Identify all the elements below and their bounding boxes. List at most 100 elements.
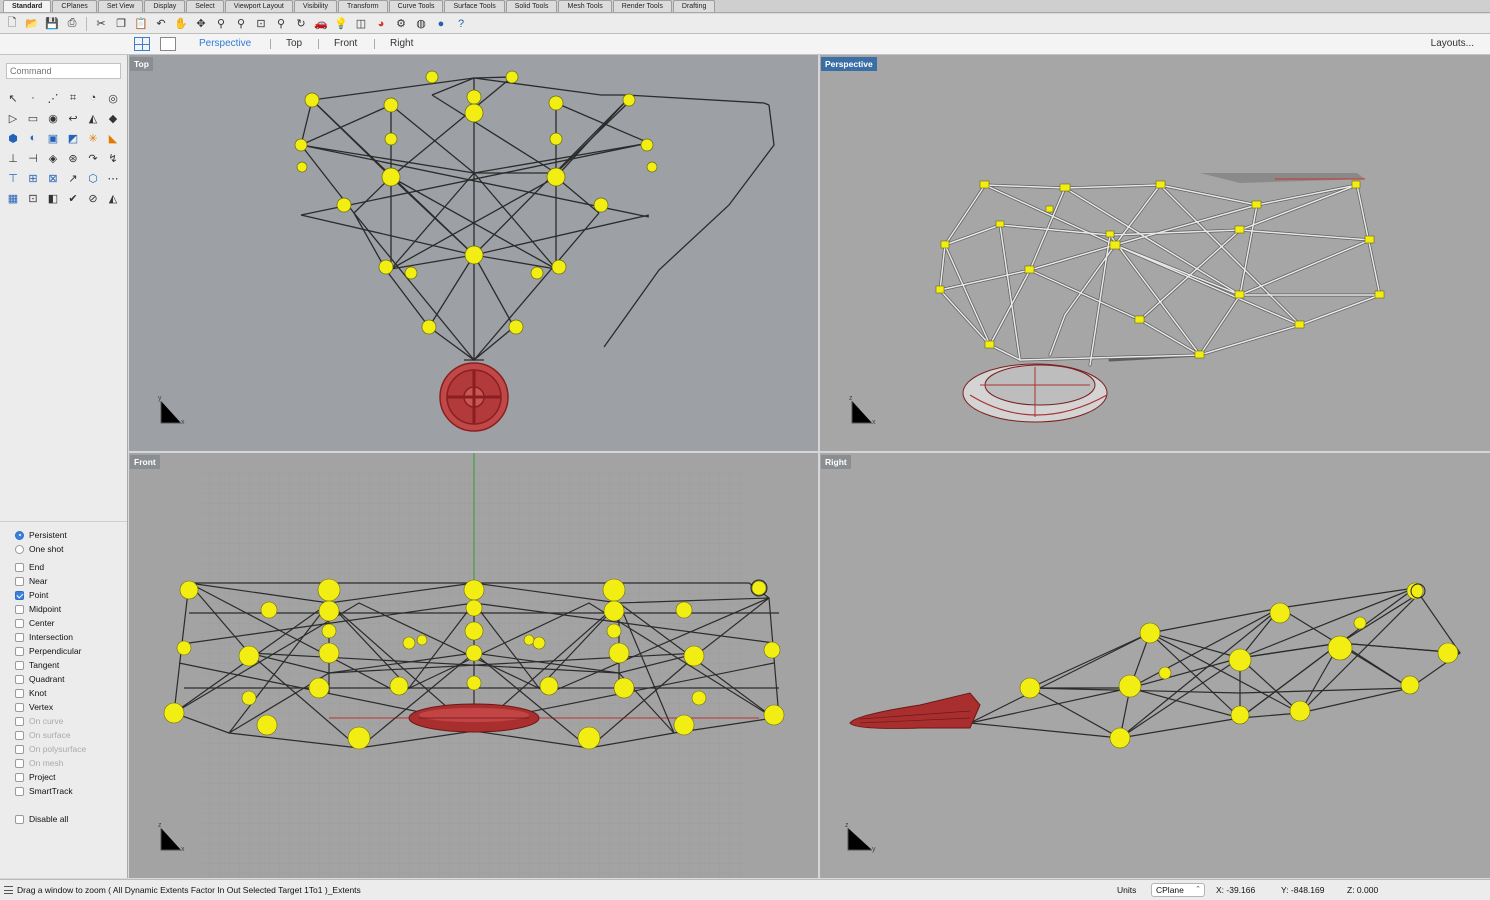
tab-transform[interactable]: Transform [337,0,388,12]
osnap-tangent[interactable]: Tangent [0,658,127,672]
tool-button-31[interactable]: ⊡ [23,188,43,208]
color-wheel-icon[interactable]: ◕ [373,16,389,32]
tab-viewport-layout[interactable]: Viewport Layout [224,0,293,12]
osnap-perpendicular[interactable]: Perpendicular [0,644,127,658]
tool-button-34[interactable]: ⊘ [83,188,103,208]
osnap-persistent[interactable]: Persistent [0,528,127,542]
pan-icon[interactable]: ✋ [173,16,189,32]
viewport-divider-horizontal[interactable] [129,451,1490,453]
tab-solid-tools[interactable]: Solid Tools [505,0,558,12]
tool-button-26[interactable]: ⊠ [43,168,63,188]
viewport-top[interactable]: Top y x [129,55,818,451]
sphere-icon[interactable]: ● [433,16,449,32]
tool-button-27[interactable]: ↗ [63,168,83,188]
cplane-select[interactable]: CPlane [1151,883,1205,897]
osnap-end[interactable]: End [0,560,127,574]
tool-button-19[interactable]: ⊣ [23,148,43,168]
tool-button-3[interactable]: ⌗ [63,88,83,108]
zoom-selected-icon[interactable]: ⚲ [273,16,289,32]
tool-button-12[interactable]: ⬢ [3,128,23,148]
tool-button-1[interactable]: · [23,88,43,108]
tool-button-8[interactable]: ◉ [43,108,63,128]
new-file-icon[interactable]: 🗋 [4,16,20,32]
tool-button-7[interactable]: ▭ [23,108,43,128]
tab-curve-tools[interactable]: Curve Tools [388,0,444,12]
tab-surface-tools[interactable]: Surface Tools [444,0,505,12]
tab-right[interactable]: Right [390,38,413,49]
tool-button-9[interactable]: ↩ [63,108,83,128]
car-icon[interactable]: 🚗 [313,16,329,32]
osnap-center[interactable]: Center [0,616,127,630]
tool-button-35[interactable]: ◭ [103,188,123,208]
tab-display[interactable]: Display [144,0,186,12]
tab-mesh-tools[interactable]: Mesh Tools [558,0,612,12]
viewport-title-perspective[interactable]: Perspective [821,57,877,71]
tool-button-22[interactable]: ↷ [83,148,103,168]
viewport-front[interactable]: Front z x [129,453,818,878]
osnap-one-shot[interactable]: One shot [0,542,127,556]
tab-front[interactable]: Front [334,38,357,49]
help-icon[interactable]: ? [453,16,469,32]
tab-visibility[interactable]: Visibility [293,0,337,12]
tool-button-14[interactable]: ▣ [43,128,63,148]
tool-button-30[interactable]: ▦ [3,188,23,208]
tab-render-tools[interactable]: Render Tools [612,0,672,12]
tool-button-6[interactable]: ▷ [3,108,23,128]
single-view-layout-icon[interactable] [160,37,176,51]
osnap-intersection[interactable]: Intersection [0,630,127,644]
properties-icon[interactable]: ⚙ [393,16,409,32]
tool-button-18[interactable]: ⊥ [3,148,23,168]
tab-top[interactable]: Top [286,38,302,49]
osnap-knot[interactable]: Knot [0,686,127,700]
tool-button-24[interactable]: ⊤ [3,168,23,188]
layer-icon[interactable]: ◫ [353,16,369,32]
osnap-point[interactable]: Point [0,588,127,602]
tool-button-25[interactable]: ⊞ [23,168,43,188]
rotate-icon[interactable]: ✥ [193,16,209,32]
named-views-icon[interactable]: ↻ [293,16,309,32]
paste-icon[interactable]: 📋 [133,16,149,32]
tab-drafting[interactable]: Drafting [672,0,716,12]
units-label[interactable]: Units [1117,885,1136,895]
osnap-midpoint[interactable]: Midpoint [0,602,127,616]
tool-button-11[interactable]: ◆ [103,108,123,128]
viewport-right[interactable]: Right z y [820,453,1490,878]
tool-button-15[interactable]: ◩ [63,128,83,148]
four-view-layout-icon[interactable] [134,37,150,51]
osnap-on-surface[interactable]: On surface [0,728,127,742]
tool-button-0[interactable]: ↖ [3,88,23,108]
viewport-title-top[interactable]: Top [130,57,153,71]
tab-cplanes[interactable]: CPlanes [52,0,97,12]
viewport-perspective[interactable]: Perspective z x [820,55,1490,451]
tool-button-13[interactable]: ◐ [23,128,43,148]
zoom-window-icon[interactable]: ⊡ [253,16,269,32]
tab-perspective[interactable]: Perspective [199,38,251,49]
zoom-extents-icon[interactable]: ⚲ [233,16,249,32]
tool-button-20[interactable]: ◈ [43,148,63,168]
osnap-vertex[interactable]: Vertex [0,700,127,714]
tool-button-16[interactable]: ✳ [83,128,103,148]
tab-set-view[interactable]: Set View [97,0,144,12]
osnap-project[interactable]: Project [0,770,127,784]
osnap-on-polysurface[interactable]: On polysurface [0,742,127,756]
open-folder-icon[interactable]: 📂 [24,16,40,32]
osnap-smarttrack[interactable]: SmartTrack [0,784,127,798]
tool-button-10[interactable]: ◭ [83,108,103,128]
viewport-title-front[interactable]: Front [130,455,160,469]
menu-icon[interactable] [4,886,13,894]
osnap-disable-all[interactable]: Disable all [0,812,127,826]
save-icon[interactable]: 💾 [44,16,60,32]
tool-button-4[interactable]: ◔ [83,88,103,108]
tool-button-5[interactable]: ◎ [103,88,123,108]
tab-standard[interactable]: Standard [3,0,52,12]
osnap-on-curve[interactable]: On curve [0,714,127,728]
zoom-icon[interactable]: ⚲ [213,16,229,32]
tab-select[interactable]: Select [186,0,224,12]
tool-button-32[interactable]: ◧ [43,188,63,208]
render-icon[interactable]: ◍ [413,16,429,32]
tool-button-28[interactable]: ⬡ [83,168,103,188]
osnap-quadrant[interactable]: Quadrant [0,672,127,686]
lightbulb-icon[interactable]: 💡 [333,16,349,32]
layouts-button[interactable]: Layouts... [1431,38,1474,49]
cut-icon[interactable]: ✂ [93,16,109,32]
